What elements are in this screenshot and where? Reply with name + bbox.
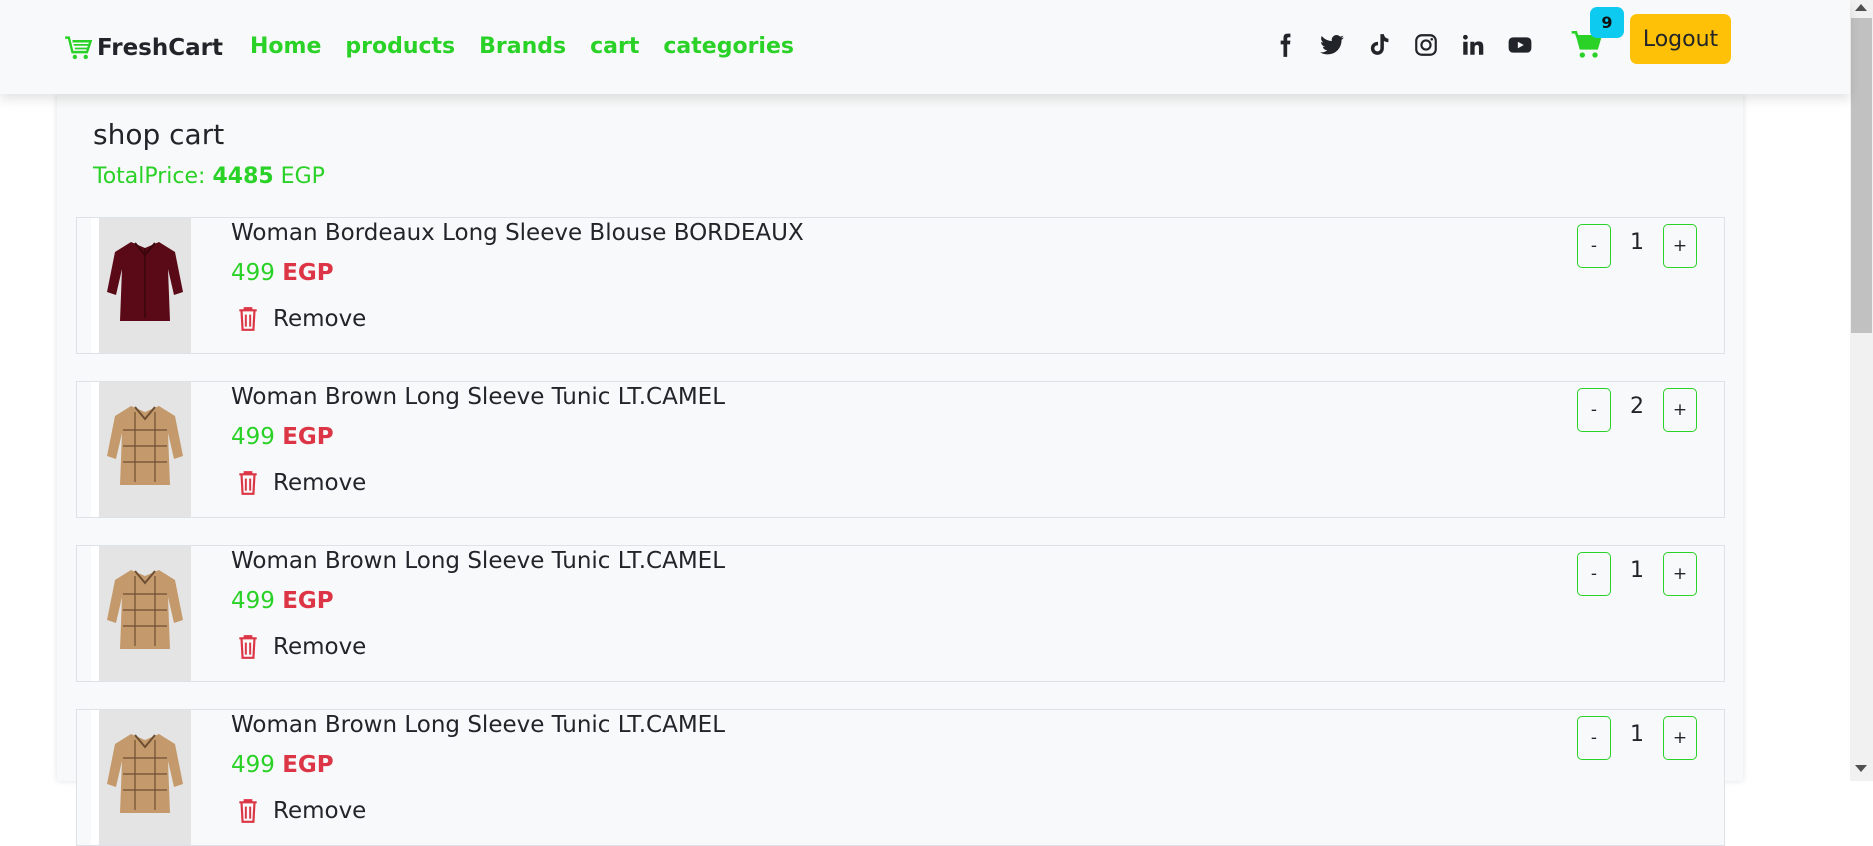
instagram-icon[interactable]: [1411, 29, 1441, 61]
scroll-up-arrow-icon[interactable]: [1855, 4, 1867, 11]
product-title: Woman Bordeaux Long Sleeve Blouse BORDEA…: [231, 220, 804, 246]
cart-item: Woman Brown Long Sleeve Tunic LT.CAMEL 4…: [76, 381, 1725, 518]
cart-item: Woman Brown Long Sleeve Tunic LT.CAMEL 4…: [76, 545, 1725, 682]
price-value: 499: [231, 260, 283, 286]
trash-icon: [239, 799, 257, 823]
quantity-stepper: - 1 +: [1577, 552, 1701, 596]
scroll-down-arrow-icon[interactable]: [1855, 765, 1867, 772]
increase-quantity-button[interactable]: +: [1663, 552, 1697, 596]
total-price-label: TotalPrice:: [93, 164, 213, 189]
nav-link-cart[interactable]: cart: [590, 30, 639, 64]
facebook-icon[interactable]: [1270, 29, 1300, 61]
remove-button[interactable]: Remove: [237, 634, 366, 660]
product-image: [99, 546, 191, 681]
remove-label: Remove: [273, 798, 367, 824]
cart-container: shop cart TotalPrice: 4485 EGP Woman Bor…: [57, 94, 1743, 846]
trash-icon: [239, 307, 257, 331]
total-price-currency: EGP: [273, 164, 325, 189]
remove-button[interactable]: Remove: [237, 306, 366, 332]
increase-quantity-button[interactable]: +: [1663, 224, 1697, 268]
product-price: 499 EGP: [231, 752, 334, 778]
total-price-value: 4485: [212, 164, 274, 189]
quantity-value: 1: [1630, 558, 1644, 583]
page-title: shop cart: [93, 118, 225, 151]
nav-link-products[interactable]: products: [345, 30, 455, 64]
navbar: FreshCart Home products Brands cart cate…: [0, 0, 1850, 94]
social-links: [1270, 29, 1535, 61]
nav-link-categories[interactable]: categories: [663, 30, 794, 64]
product-image: [99, 710, 191, 845]
quantity-value: 2: [1630, 394, 1644, 419]
decrease-quantity-button[interactable]: -: [1577, 388, 1611, 432]
price-currency: EGP: [282, 752, 334, 778]
quantity-value: 1: [1630, 230, 1644, 255]
cart-item: Woman Brown Long Sleeve Tunic LT.CAMEL 4…: [76, 709, 1725, 846]
twitter-icon[interactable]: [1317, 29, 1347, 61]
price-value: 499: [231, 752, 283, 778]
product-image: [99, 218, 191, 353]
nav-link-brands[interactable]: Brands: [479, 30, 566, 64]
linkedin-icon[interactable]: [1458, 29, 1488, 61]
product-price: 499 EGP: [231, 260, 334, 286]
trash-icon: [239, 471, 257, 495]
product-price: 499 EGP: [231, 424, 334, 450]
decrease-quantity-button[interactable]: -: [1577, 224, 1611, 268]
total-price: TotalPrice: 4485 EGP: [93, 164, 325, 189]
remove-button[interactable]: Remove: [237, 470, 366, 496]
brand-name: FreshCart: [97, 35, 223, 61]
product-title: Woman Brown Long Sleeve Tunic LT.CAMEL: [231, 384, 726, 410]
price-value: 499: [231, 588, 283, 614]
remove-label: Remove: [273, 634, 367, 660]
quantity-stepper: - 2 +: [1577, 388, 1701, 432]
quantity-stepper: - 1 +: [1577, 716, 1701, 760]
increase-quantity-button[interactable]: +: [1663, 716, 1697, 760]
scrollbar-thumb[interactable]: [1851, 18, 1872, 333]
price-currency: EGP: [282, 588, 334, 614]
quantity-value: 1: [1630, 722, 1644, 747]
product-image: [99, 382, 191, 517]
cart-icon: [65, 35, 93, 59]
decrease-quantity-button[interactable]: -: [1577, 552, 1611, 596]
decrease-quantity-button[interactable]: -: [1577, 716, 1611, 760]
logout-button[interactable]: Logout: [1630, 14, 1731, 64]
tiktok-icon[interactable]: [1364, 29, 1394, 61]
brand-logo[interactable]: FreshCart: [64, 32, 223, 64]
nav-link-home[interactable]: Home: [250, 30, 321, 64]
price-currency: EGP: [282, 424, 334, 450]
youtube-icon[interactable]: [1505, 29, 1535, 61]
trash-icon: [239, 635, 257, 659]
price-value: 499: [231, 424, 283, 450]
product-price: 499 EGP: [231, 588, 334, 614]
cart-count-badge: 9: [1590, 7, 1624, 38]
increase-quantity-button[interactable]: +: [1663, 388, 1697, 432]
product-title: Woman Brown Long Sleeve Tunic LT.CAMEL: [231, 548, 726, 574]
nav-links: Home products Brands cart categories: [250, 30, 794, 64]
product-title: Woman Brown Long Sleeve Tunic LT.CAMEL: [231, 712, 726, 738]
price-currency: EGP: [282, 260, 334, 286]
quantity-stepper: - 1 +: [1577, 224, 1701, 268]
cart-item: Woman Bordeaux Long Sleeve Blouse BORDEA…: [76, 217, 1725, 354]
remove-button[interactable]: Remove: [237, 798, 366, 824]
remove-label: Remove: [273, 470, 367, 496]
remove-label: Remove: [273, 306, 367, 332]
